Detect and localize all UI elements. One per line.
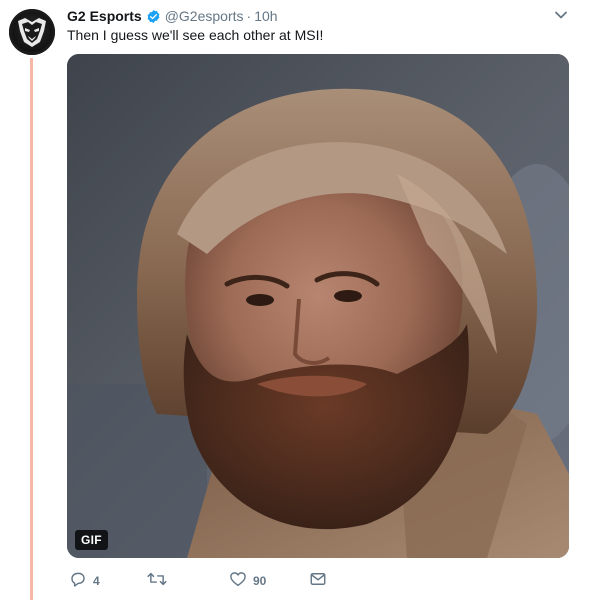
- gif-image: [67, 54, 569, 558]
- heart-icon: [229, 570, 247, 593]
- retweet-icon: [147, 570, 167, 593]
- envelope-icon: [309, 570, 327, 593]
- tweet-header: G2 Esports @G2esports · 10h: [67, 6, 278, 26]
- separator-dot: ·: [246, 8, 252, 24]
- g2-logo-icon: [18, 18, 46, 47]
- reply-button[interactable]: 4: [69, 570, 100, 592]
- retweet-button[interactable]: [147, 570, 173, 592]
- gif-badge: GIF: [75, 530, 108, 550]
- author-handle[interactable]: @G2esports: [165, 8, 244, 24]
- like-count: 90: [253, 574, 267, 588]
- reply-count: 4: [93, 574, 100, 588]
- gif-media[interactable]: GIF: [67, 54, 569, 558]
- like-button[interactable]: 90: [229, 570, 266, 592]
- reply-icon: [69, 570, 87, 593]
- author-name[interactable]: G2 Esports: [67, 8, 142, 24]
- chevron-down-icon[interactable]: [552, 6, 570, 24]
- avatar[interactable]: [9, 9, 55, 55]
- thread-line: [30, 58, 33, 600]
- direct-message-button[interactable]: [309, 570, 327, 592]
- timestamp[interactable]: 10h: [254, 8, 277, 24]
- verified-badge-icon: [146, 9, 161, 24]
- tweet-text: Then I guess we'll see each other at MSI…: [67, 27, 324, 43]
